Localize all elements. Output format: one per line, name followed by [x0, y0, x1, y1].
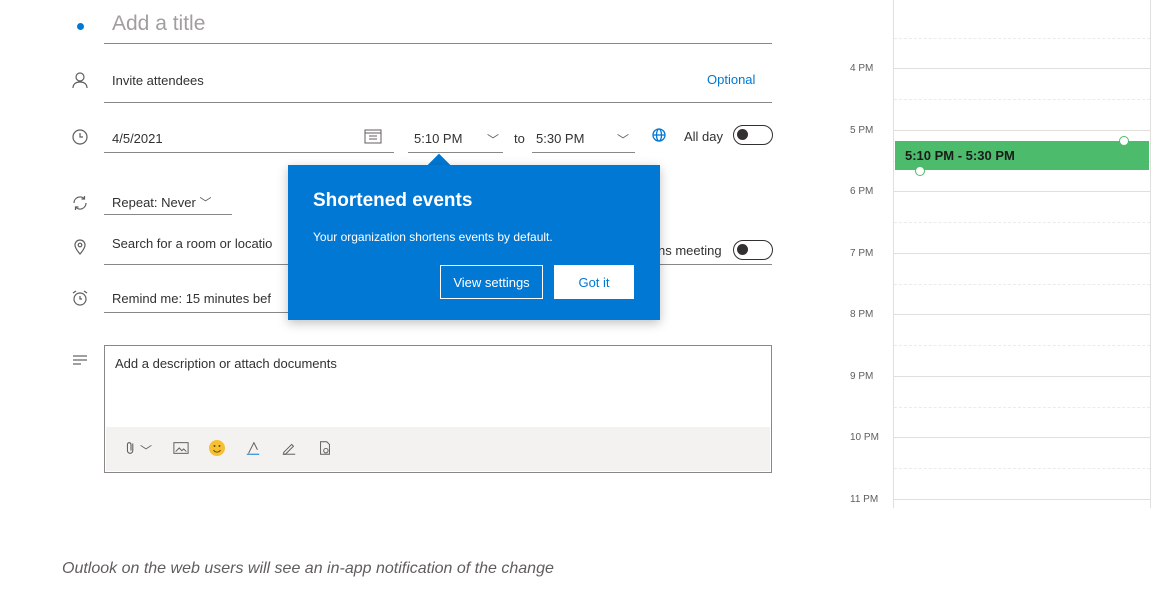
title-required-dot: [77, 23, 84, 30]
end-time-select[interactable]: 5:30 PM: [536, 131, 584, 146]
callout-title: Shortened events: [313, 190, 473, 211]
insert-document-icon[interactable]: [316, 439, 334, 457]
calendar-event[interactable]: 5:10 PM - 5:30 PM: [895, 141, 1149, 170]
callout-body: Your organization shortens events by def…: [313, 230, 553, 244]
teams-meeting-toggle[interactable]: [733, 240, 773, 260]
reminder-dropdown[interactable]: Remind me: 15 minutes bef: [112, 291, 271, 306]
all-day-label: All day: [684, 129, 724, 144]
repeat-icon: [70, 193, 90, 213]
date-underline: [104, 152, 394, 153]
emoji-icon[interactable]: [208, 439, 226, 457]
start-time-select[interactable]: 5:10 PM: [414, 131, 462, 146]
text-highlight-icon[interactable]: [244, 439, 262, 457]
to-label: to: [514, 131, 525, 146]
caption: Outlook on the web users will see an in-…: [62, 560, 554, 577]
reminder-underline: [104, 312, 294, 313]
start-time-underline: [408, 152, 503, 153]
event-resize-handle-top[interactable]: [1119, 136, 1129, 146]
shortened-events-callout: Shortened events Your organization short…: [288, 165, 660, 320]
hour-label: 10 PM: [850, 432, 879, 443]
hour-label: 11 PM: [850, 494, 879, 505]
attendees-underline: [104, 102, 772, 103]
view-settings-button[interactable]: View settings: [440, 265, 543, 299]
optional-attendees-link[interactable]: Optional: [707, 72, 755, 87]
chevron-down-icon[interactable]: ﹀: [487, 131, 499, 148]
title-underline: [104, 43, 772, 44]
chevron-down-icon[interactable]: ﹀: [617, 131, 629, 148]
clock-icon: [70, 127, 90, 147]
signature-icon[interactable]: [280, 439, 298, 457]
hour-label: 5 PM: [850, 125, 874, 136]
alarm-icon: [70, 288, 90, 308]
image-icon[interactable]: [172, 439, 190, 457]
description-toolbar: ﹀: [106, 427, 770, 471]
calendar-icon[interactable]: [364, 128, 382, 144]
text-lines-icon: [70, 350, 90, 370]
calendar-day-view[interactable]: [893, 0, 1151, 508]
location-pin-icon: [70, 237, 90, 257]
person-icon: [70, 70, 90, 90]
timezone-globe-icon[interactable]: [651, 127, 667, 143]
date-input[interactable]: 4/5/2021: [112, 131, 163, 146]
hour-label: 6 PM: [850, 186, 874, 197]
hour-label: 8 PM: [850, 309, 874, 320]
end-time-underline: [532, 152, 635, 153]
hour-label: 9 PM: [850, 371, 874, 382]
location-input[interactable]: Search for a room or locatio: [112, 236, 272, 251]
title-input[interactable]: Add a title: [112, 12, 205, 36]
event-time-label: 5:10 PM - 5:30 PM: [905, 148, 1015, 163]
attendees-input[interactable]: Invite attendees: [112, 73, 204, 88]
attachment-icon[interactable]: [122, 439, 140, 457]
description-placeholder: Add a description or attach documents: [115, 356, 337, 371]
got-it-button[interactable]: Got it: [554, 265, 634, 299]
hour-label: 7 PM: [850, 248, 874, 259]
all-day-toggle[interactable]: [733, 125, 773, 145]
chevron-down-icon: ﹀: [199, 196, 212, 210]
event-resize-handle-bottom[interactable]: [915, 166, 925, 176]
repeat-label: Repeat: Never: [112, 195, 196, 210]
teams-meeting-label: ns meeting: [658, 243, 722, 258]
repeat-dropdown[interactable]: Repeat: Never ﹀: [112, 194, 211, 211]
hour-label: 4 PM: [850, 63, 874, 74]
chevron-down-icon[interactable]: ﹀: [140, 442, 152, 459]
description-editor[interactable]: Add a description or attach documents ﹀: [104, 345, 772, 473]
repeat-underline: [104, 214, 232, 215]
